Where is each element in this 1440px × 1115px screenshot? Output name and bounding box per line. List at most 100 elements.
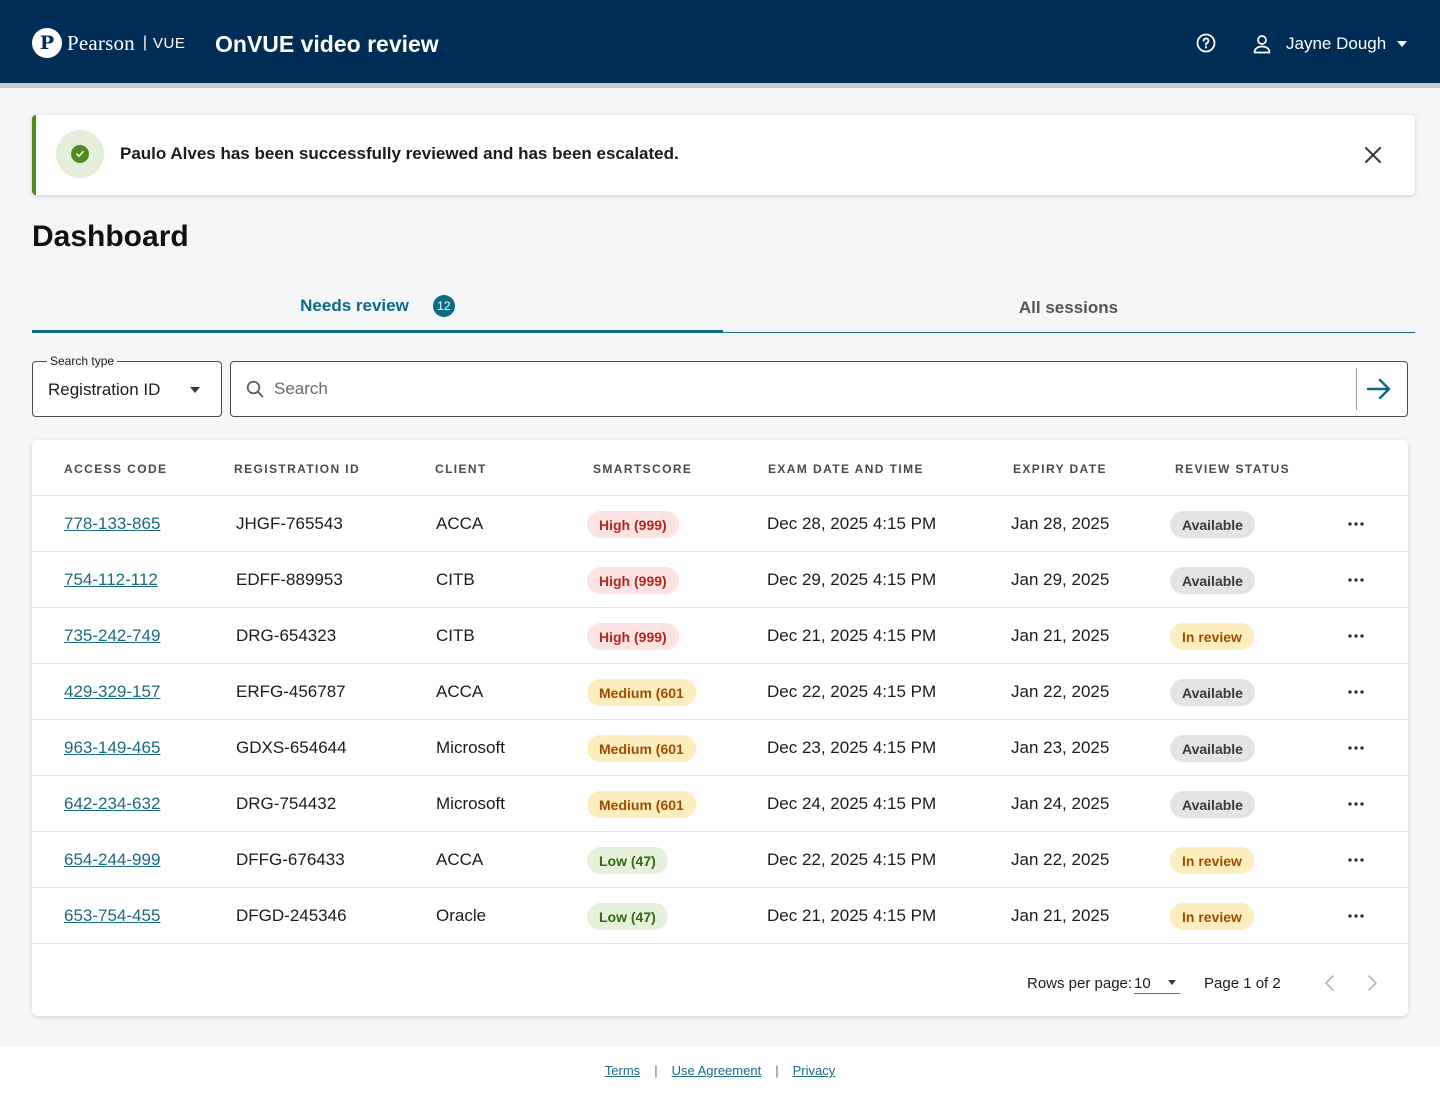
table-row[interactable]: 642-234-632 DRG-754432 Microsoft Medium (60… <box>32 776 1408 832</box>
smartscore-badge: Medium (601 <box>587 735 696 762</box>
client-name: Microsoft <box>436 794 505 813</box>
more-horizontal-icon[interactable] <box>1346 738 1366 758</box>
column-header-review-status[interactable]: REVIEW STATUS <box>1175 462 1290 476</box>
expiry-date: Jan 21, 2025 <box>1011 906 1110 925</box>
footer-separator: | <box>775 1063 779 1078</box>
success-badge <box>56 130 104 178</box>
access-code-link[interactable]: 754-112-112 <box>64 570 158 590</box>
more-horizontal-icon[interactable] <box>1346 570 1366 590</box>
footer-links: Terms | Use Agreement | Privacy <box>0 1063 1440 1078</box>
pearson-logo-glyph: P <box>39 32 55 54</box>
access-code-link[interactable]: 653-754-455 <box>64 906 160 926</box>
table-row[interactable]: 653-754-455 DFGD-245346 Oracle Low (47) Dec … <box>32 888 1408 944</box>
expiry-date: Jan 28, 2025 <box>1011 514 1110 533</box>
rows-per-page-value: 10 <box>1134 975 1151 992</box>
column-header-registration-id[interactable]: REGISTRATION ID <box>234 462 360 476</box>
more-horizontal-icon[interactable] <box>1346 626 1366 646</box>
app-header: P Pearson | VUE OnVUE video review Jayne… <box>0 0 1440 83</box>
smartscore-badge: Low (47) <box>587 847 668 874</box>
registration-id: EDFF-889953 <box>236 570 343 589</box>
smartscore-badge: High (999) <box>587 623 679 650</box>
access-code-link[interactable]: 963-149-465 <box>64 738 160 758</box>
client-name: Microsoft <box>436 738 505 757</box>
more-horizontal-icon[interactable] <box>1346 682 1366 702</box>
registration-id: DFGD-245346 <box>236 906 347 925</box>
header-divider <box>0 83 1440 88</box>
chevron-down-icon <box>1397 41 1408 47</box>
client-name: CITB <box>436 626 475 645</box>
footer-link-privacy[interactable]: Privacy <box>793 1063 836 1078</box>
rows-per-page-select[interactable]: 10 <box>1134 972 1180 994</box>
client-name: ACCA <box>436 682 484 701</box>
expiry-date: Jan 29, 2025 <box>1011 570 1110 589</box>
review-status-badge: In review <box>1170 903 1254 930</box>
help-circle-icon[interactable] <box>1196 33 1216 53</box>
review-status-badge: Available <box>1170 791 1255 818</box>
search-input[interactable] <box>274 376 1334 402</box>
table-row[interactable]: 735-242-749 DRG-654323 CITB High (999) Dec 2… <box>32 608 1408 664</box>
table-row[interactable]: 754-112-112 EDFF-889953 CITB High (999) Dec … <box>32 552 1408 608</box>
close-icon[interactable] <box>1362 144 1384 166</box>
column-header-exam-date[interactable]: EXAM DATE AND TIME <box>768 462 924 476</box>
access-code-link[interactable]: 778-133-865 <box>64 514 160 534</box>
expiry-date: Jan 22, 2025 <box>1011 682 1110 701</box>
user-menu[interactable]: Jayne Dough <box>1252 30 1408 58</box>
column-header-expiry-date[interactable]: EXPIRY DATE <box>1013 462 1107 476</box>
review-status-badge: In review <box>1170 847 1254 874</box>
smartscore-badge: Medium (601 <box>587 791 696 818</box>
expiry-date: Jan 21, 2025 <box>1011 626 1110 645</box>
more-horizontal-icon[interactable] <box>1346 906 1366 926</box>
count-badge: 12 <box>432 295 455 317</box>
arrow-right-icon[interactable] <box>1366 376 1392 402</box>
footer-link-terms[interactable]: Terms <box>605 1063 640 1078</box>
access-code-link[interactable]: 654-244-999 <box>64 850 160 870</box>
more-horizontal-icon[interactable] <box>1346 850 1366 870</box>
search-divider <box>1356 368 1357 410</box>
registration-id: GDXS-654644 <box>236 738 347 757</box>
search-type-select[interactable]: Search type Registration ID <box>32 355 222 417</box>
smartscore-badge: Medium (601 <box>587 679 696 706</box>
search-icon <box>246 380 264 398</box>
table-row[interactable]: 654-244-999 DFFG-676433 ACCA Low (47) Dec 22… <box>32 832 1408 888</box>
review-status-badge: Available <box>1170 567 1255 594</box>
tab-needs-review[interactable]: Needs review 12 <box>32 282 723 333</box>
table-row[interactable]: 963-149-465 GDXS-654644 Microsoft Medium (6… <box>32 720 1408 776</box>
access-code-link[interactable]: 429-329-157 <box>64 682 160 702</box>
exam-datetime: Dec 28, 2025 4:15 PM <box>767 514 937 533</box>
smartscore-badge: High (999) <box>587 511 679 538</box>
client-name: CITB <box>436 570 475 589</box>
logo-vue: VUE <box>153 34 186 52</box>
column-header-access-code[interactable]: ACCESS CODE <box>64 462 167 476</box>
footer-link-use-agreement[interactable]: Use Agreement <box>672 1063 762 1078</box>
pearson-vue-logo[interactable]: P Pearson | VUE <box>32 28 185 58</box>
page-footer: Terms | Use Agreement | Privacy <box>0 1047 1440 1115</box>
tab-label: All sessions <box>1018 297 1119 317</box>
registration-id: JHGF-765543 <box>236 514 343 533</box>
review-status-badge: Available <box>1170 735 1255 762</box>
column-header-client[interactable]: CLIENT <box>435 462 487 476</box>
access-code-link[interactable]: 735-242-749 <box>64 626 160 646</box>
exam-datetime: Dec 22, 2025 4:15 PM <box>767 850 937 869</box>
logo-separator: | <box>142 34 148 51</box>
tab-all-sessions[interactable]: All sessions <box>723 282 1414 333</box>
table-row[interactable]: 778-133-865 JHGF-765543 ACCA High (999) Dec … <box>32 496 1408 552</box>
table-pagination: Rows per page: 10 Page 1 of 2 <box>32 944 1408 1016</box>
exam-datetime: Dec 23, 2025 4:15 PM <box>767 738 937 757</box>
expiry-date: Jan 23, 2025 <box>1011 738 1110 757</box>
exam-datetime: Dec 24, 2025 4:15 PM <box>767 794 937 813</box>
registration-id: DRG-754432 <box>236 794 337 813</box>
chevron-right-icon[interactable] <box>1364 974 1380 992</box>
exam-datetime: Dec 22, 2025 4:15 PM <box>767 682 937 701</box>
review-status-badge: Available <box>1170 679 1255 706</box>
registration-id: DFFG-676433 <box>236 850 345 869</box>
column-header-smartscore[interactable]: SMARTSCORE <box>593 462 692 476</box>
table-row[interactable]: 429-329-157 ERFG-456787 ACCA Medium (601 Dec… <box>32 664 1408 720</box>
expiry-date: Jan 24, 2025 <box>1011 794 1110 813</box>
more-horizontal-icon[interactable] <box>1346 794 1366 814</box>
user-icon <box>1253 35 1271 54</box>
search-type-value: Registration ID <box>48 380 161 399</box>
chevron-left-icon[interactable] <box>1322 974 1338 992</box>
access-code-link[interactable]: 642-234-632 <box>64 794 160 814</box>
page-info: Page 1 of 2 <box>1204 975 1281 992</box>
more-horizontal-icon[interactable] <box>1346 514 1366 534</box>
